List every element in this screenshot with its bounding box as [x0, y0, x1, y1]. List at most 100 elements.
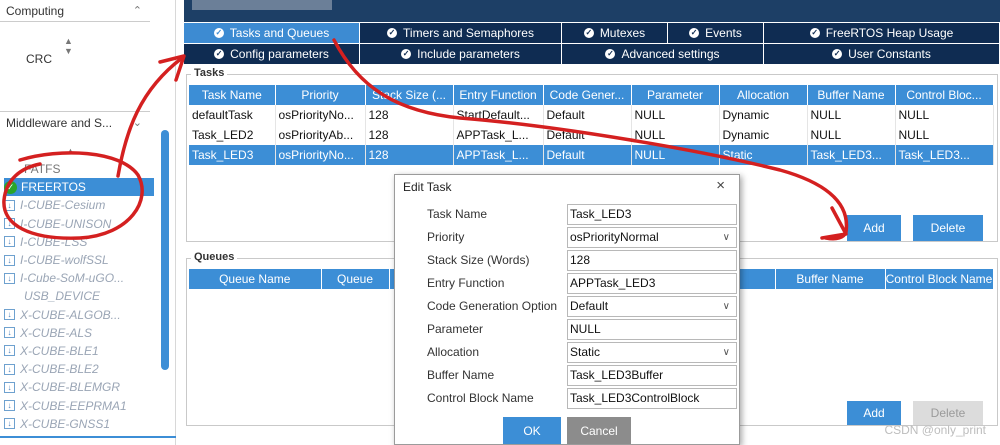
add-task-button[interactable]: Add	[847, 215, 901, 241]
column-header[interactable]: Buffer Name	[775, 269, 886, 289]
sidebar-item[interactable]: ↓ X-CUBE-ALGOB...	[4, 306, 154, 324]
sidebar-item[interactable]: ↓ X-CUBE-GNSS1	[4, 415, 154, 433]
check-circle-icon: ✓	[4, 180, 17, 194]
field-label: Task Name	[427, 207, 488, 221]
column-header[interactable]: Control Bloc...	[895, 85, 994, 105]
sidebar-item[interactable]: ↓ I-Cube-SoM-uGO...	[4, 269, 154, 287]
chevron-down-icon[interactable]: ⌄	[133, 112, 142, 134]
table-row[interactable]: Task_LED2 osPriorityAb... 128 APPTask_L... D…	[189, 125, 994, 145]
download-icon: ↓	[4, 236, 15, 248]
sidebar-item[interactable]: ↓ I-CUBE-wolfSSL	[4, 251, 154, 269]
field-value: NULL	[570, 322, 601, 336]
download-icon: ↓	[4, 345, 15, 357]
sidebar-item[interactable]: ↓ X-CUBE-BLE2	[4, 360, 154, 378]
sidebar-scrollbar[interactable]	[161, 130, 169, 370]
tab-label: Mutexes	[599, 26, 646, 40]
sidebar-item[interactable]: ↓ X-CUBE-BLEMGR	[4, 378, 154, 396]
tab-label: Include parameters	[417, 47, 520, 61]
sidebar-item[interactable]: ↓ I-CUBE-LSS	[4, 233, 154, 251]
sidebar-item-label: I-CUBE-UNISON	[20, 216, 112, 231]
sidebar-item[interactable]: ↓ I-CUBE-Cesium	[4, 196, 154, 214]
column-header[interactable]: Queue Name	[189, 269, 322, 289]
tab-advanced-settings[interactable]: ✓ Advanced settings	[562, 44, 764, 64]
check-circle-icon: ✓	[689, 28, 700, 38]
table-row[interactable]: defaultTask osPriorityNo... 128 StartDefaul…	[189, 105, 994, 125]
chevron-down-icon[interactable]: ∨	[723, 343, 730, 362]
table-cell: NULL	[895, 125, 994, 145]
download-icon: ↓	[4, 400, 15, 412]
field-select[interactable]: osPriorityNormal ∨	[567, 227, 737, 248]
table-cell: osPriorityAb...	[275, 125, 366, 145]
column-header[interactable]: Task Name	[189, 85, 276, 105]
field-value: Task_LED3ControlBlock	[570, 391, 700, 405]
field-input[interactable]: Task_LED3ControlBlock	[567, 388, 737, 409]
field-input[interactable]: Task_LED3	[567, 204, 737, 225]
tab-tasks-and-queues[interactable]: ✓ Tasks and Queues	[184, 23, 360, 43]
table-cell: Default	[543, 125, 632, 145]
chevron-down-icon[interactable]: ∨	[723, 228, 730, 247]
field-input[interactable]: NULL	[567, 319, 737, 340]
column-header[interactable]: Code Gener...	[543, 85, 632, 105]
chevron-down-icon[interactable]: ∨	[723, 297, 730, 316]
table-cell: NULL	[807, 125, 896, 145]
delete-queue-button[interactable]: Delete	[913, 401, 983, 425]
tab-freertos-heap-usage[interactable]: ✓ FreeRTOS Heap Usage	[764, 23, 1000, 43]
table-cell: NULL	[895, 105, 994, 125]
table-cell: osPriorityNo...	[275, 145, 366, 165]
tab-include-parameters[interactable]: ✓ Include parameters	[360, 44, 562, 64]
table-cell: NULL	[631, 145, 720, 165]
field-value: APPTask_LED3	[570, 276, 656, 290]
field-label: Parameter	[427, 322, 484, 336]
download-icon: ↓	[4, 254, 15, 266]
field-input[interactable]: Task_LED3Buffer	[567, 365, 737, 386]
column-header[interactable]: Stack Size (...	[365, 85, 454, 105]
category-middleware[interactable]: Middleware and S... ⌄	[0, 111, 150, 133]
table-row[interactable]: Task_LED3 osPriorityNo... 128 APPTask_L... D…	[189, 145, 994, 165]
tab-config-parameters[interactable]: ✓ Config parameters	[184, 44, 360, 64]
check-circle-icon: ✓	[809, 28, 820, 38]
column-header[interactable]: Buffer Name	[807, 85, 896, 105]
field-label: Allocation	[427, 345, 480, 359]
form-row: Control Block Name Task_LED3ControlBlock	[395, 388, 741, 410]
field-select[interactable]: Default ∨	[567, 296, 737, 317]
delete-task-button[interactable]: Delete	[913, 215, 983, 241]
sidebar-item[interactable]: USB_DEVICE	[4, 287, 154, 305]
table-cell: 128	[365, 105, 454, 125]
sidebar-item[interactable]: ↓ I-CUBE-UNISON	[4, 215, 154, 233]
sidebar-item[interactable]: ↓ X-CUBE-BLE1	[4, 342, 154, 360]
category-computing[interactable]: Computing ⌃	[0, 0, 150, 22]
sidebar-item-label: I-CUBE-Cesium	[20, 198, 106, 213]
column-header[interactable]: Entry Function	[453, 85, 544, 105]
close-icon[interactable]: ×	[716, 177, 725, 194]
sidebar-item[interactable]: ✓ FREERTOS	[4, 178, 154, 197]
tab-events[interactable]: ✓ Events	[668, 23, 764, 43]
sidebar-item-fatfs[interactable]: FATFS	[4, 160, 154, 178]
add-queue-button[interactable]: Add	[847, 401, 901, 425]
download-icon: ↓	[4, 309, 15, 321]
download-icon: ↓	[4, 272, 15, 284]
column-header[interactable]: Priority	[275, 85, 366, 105]
ok-button[interactable]: OK	[503, 417, 561, 444]
column-header[interactable]: Allocation	[719, 85, 808, 105]
field-value: 128	[570, 253, 591, 267]
sidebar-item[interactable]: ↓ X-CUBE-ALS	[4, 324, 154, 342]
download-icon: ↓	[4, 381, 15, 393]
tab-timers-and-semaphores[interactable]: ✓ Timers and Semaphores	[360, 23, 562, 43]
field-input[interactable]: APPTask_LED3	[567, 273, 737, 294]
tab-user-constants[interactable]: ✓ User Constants	[764, 44, 1000, 64]
divider	[0, 436, 176, 438]
table-cell: NULL	[631, 125, 720, 145]
column-header[interactable]: Parameter	[631, 85, 720, 105]
chevron-up-icon[interactable]: ⌃	[133, 0, 142, 22]
sidebar-item[interactable]: ↓ X-CUBE-EEPRMA1	[4, 396, 154, 414]
tab-mutexes[interactable]: ✓ Mutexes	[562, 23, 668, 43]
sort-icon: ▲	[66, 146, 75, 156]
column-header[interactable]: Queue	[321, 269, 390, 289]
watermark: CSDN @only_print	[884, 423, 986, 437]
column-header[interactable]: Control Block Name	[885, 269, 994, 289]
cancel-button[interactable]: Cancel	[567, 417, 631, 444]
sidebar-item-crc[interactable]: CRC	[26, 52, 52, 66]
field-select[interactable]: Static ∨	[567, 342, 737, 363]
table-cell: Task_LED3...	[895, 145, 994, 165]
field-input[interactable]: 128	[567, 250, 737, 271]
